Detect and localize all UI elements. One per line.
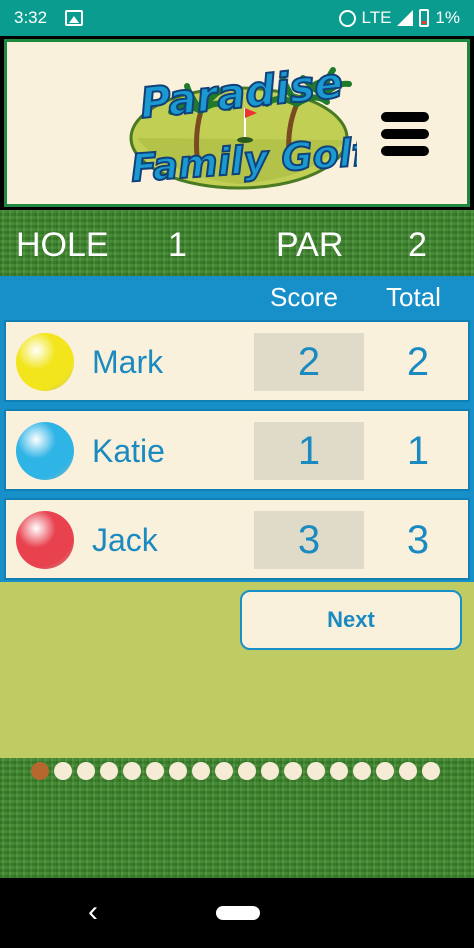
player-row: Mark 2 2 — [4, 320, 470, 402]
hole-dot-3 — [77, 762, 95, 780]
signal-icon — [397, 10, 414, 26]
score-column-header: Score — [270, 282, 338, 312]
hole-dot-12 — [284, 762, 302, 780]
score-header: Score Total — [0, 276, 474, 318]
score-input[interactable]: 1 — [254, 422, 364, 480]
paradise-family-golf-logo: Paradise Family Golf — [128, 57, 357, 191]
total-column-header: Total — [386, 282, 441, 312]
navigation-bar: ‹ — [0, 878, 474, 948]
hole-dot-5 — [123, 762, 141, 780]
golf-ball-icon — [16, 511, 74, 569]
hole-dot-2 — [54, 762, 72, 780]
hole-dot-10 — [238, 762, 256, 780]
menu-line — [381, 112, 429, 122]
player-total: 2 — [406, 340, 430, 384]
action-area: Next — [0, 582, 474, 758]
par-label: PAR — [276, 226, 344, 264]
menu-line — [381, 129, 429, 139]
hamburger-menu-icon[interactable] — [381, 112, 429, 156]
par-value: 2 — [408, 226, 427, 264]
battery-percent: 1% — [435, 8, 460, 27]
player-name: Katie — [92, 433, 165, 469]
hole-dot-8 — [192, 762, 210, 780]
hole-dot-11 — [261, 762, 279, 780]
status-bar: 3:32 LTE 1% — [0, 0, 474, 36]
hole-dot-17 — [399, 762, 417, 780]
player-name: Jack — [92, 522, 158, 558]
hole-dot-4 — [100, 762, 118, 780]
golf-ball-icon — [16, 422, 74, 480]
network-type: LTE — [361, 8, 392, 27]
menu-line — [381, 146, 429, 156]
score-input[interactable]: 3 — [254, 511, 364, 569]
hole-progress-dots — [31, 762, 440, 780]
hole-dot-14 — [330, 762, 348, 780]
home-icon[interactable] — [216, 906, 260, 920]
back-icon[interactable]: ‹ — [88, 897, 98, 927]
hole-dot-18 — [422, 762, 440, 780]
hole-info-bar: HOLE 1 PAR 2 — [0, 210, 474, 276]
player-name: Mark — [92, 344, 164, 380]
hole-label: HOLE — [16, 226, 109, 264]
next-button[interactable]: Next — [240, 590, 462, 650]
scoreboard: Mark 2 2 Katie 1 1 Jack 3 3 — [0, 318, 474, 582]
score-input[interactable]: 2 — [254, 333, 364, 391]
app-header: Paradise Family Golf — [4, 39, 470, 207]
hole-dot-9 — [215, 762, 233, 780]
player-row: Jack 3 3 — [4, 498, 470, 580]
hole-dot-15 — [353, 762, 371, 780]
hole-dot-7 — [169, 762, 187, 780]
player-total: 3 — [406, 518, 430, 562]
status-time: 3:32 — [14, 8, 48, 27]
alarm-icon — [338, 9, 356, 27]
hole-number: 1 — [168, 226, 187, 264]
hole-dot-16 — [376, 762, 394, 780]
golf-ball-icon — [16, 333, 74, 391]
hole-dot-13 — [307, 762, 325, 780]
hole-progress-area — [0, 758, 474, 878]
hole-dot-6 — [146, 762, 164, 780]
battery-icon — [419, 9, 430, 27]
image-icon — [65, 10, 84, 26]
hole-dot-1 — [31, 762, 49, 780]
player-total: 1 — [406, 429, 430, 473]
player-row: Katie 1 1 — [4, 409, 470, 491]
